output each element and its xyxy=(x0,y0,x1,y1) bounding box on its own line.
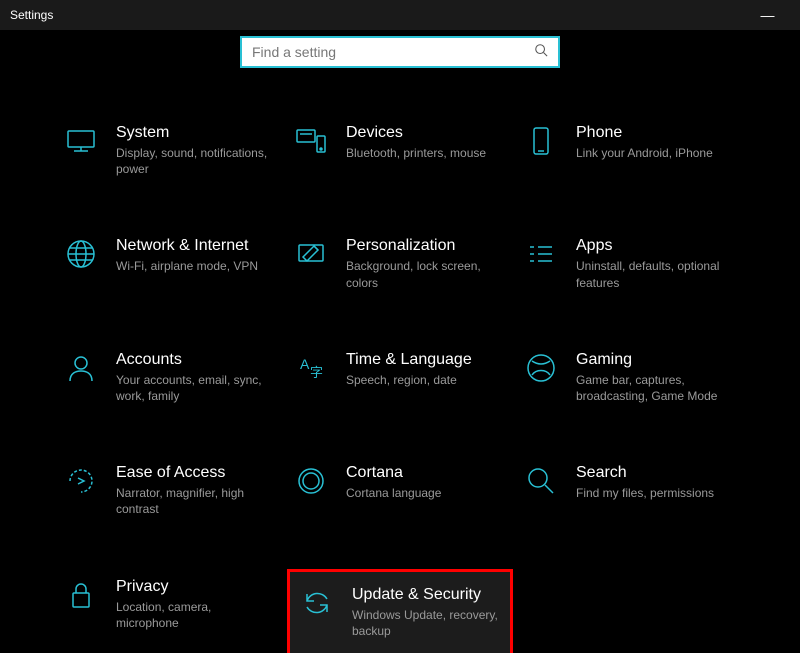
tile-personalization[interactable]: Personalization Background, lock screen,… xyxy=(290,231,510,296)
lock-icon xyxy=(64,578,98,612)
tile-accounts[interactable]: Accounts Your accounts, email, sync, wor… xyxy=(60,345,280,410)
tile-desc: Speech, region, date xyxy=(346,372,472,388)
window-title: Settings xyxy=(10,8,745,22)
tile-desc: Uninstall, defaults, optional features xyxy=(576,258,736,290)
tile-desc: Find my files, permissions xyxy=(576,485,714,501)
person-icon xyxy=(64,351,98,385)
tile-desc: Bluetooth, printers, mouse xyxy=(346,145,486,161)
tile-desc: Display, sound, notifications, power xyxy=(116,145,276,177)
tile-update-security[interactable]: Update & Security Windows Update, recove… xyxy=(290,572,510,653)
tile-desc: Cortana language xyxy=(346,485,441,501)
svg-text:A: A xyxy=(300,356,310,372)
tile-phone[interactable]: Phone Link your Android, iPhone xyxy=(520,118,740,183)
tile-desc: Your accounts, email, sync, work, family xyxy=(116,372,276,404)
search-box[interactable] xyxy=(240,36,560,68)
tile-desc: Link your Android, iPhone xyxy=(576,145,713,161)
tile-apps[interactable]: Apps Uninstall, defaults, optional featu… xyxy=(520,231,740,296)
apps-icon xyxy=(524,237,558,271)
tile-devices[interactable]: Devices Bluetooth, printers, mouse xyxy=(290,118,510,183)
minimize-button[interactable]: — xyxy=(745,7,790,23)
tile-desc: Background, lock screen, colors xyxy=(346,258,506,290)
phone-icon xyxy=(524,124,558,158)
tile-title: Accounts xyxy=(116,351,276,369)
update-icon xyxy=(300,586,334,620)
tile-title: Apps xyxy=(576,237,736,255)
tile-desc: Narrator, magnifier, high contrast xyxy=(116,485,276,517)
ease-of-access-icon xyxy=(64,464,98,498)
tile-gaming[interactable]: Gaming Game bar, captures, broadcasting,… xyxy=(520,345,740,410)
tile-title: Search xyxy=(576,464,714,482)
system-icon xyxy=(64,124,98,158)
tile-title: Update & Security xyxy=(352,586,500,604)
tile-cortana[interactable]: Cortana Cortana language xyxy=(290,458,510,523)
tile-title: Privacy xyxy=(116,578,276,596)
magnifier-icon xyxy=(524,464,558,498)
settings-grid: System Display, sound, notifications, po… xyxy=(0,118,800,653)
tile-time-language[interactable]: A字 Time & Language Speech, region, date xyxy=(290,345,510,410)
tile-title: Ease of Access xyxy=(116,464,276,482)
xbox-icon xyxy=(524,351,558,385)
tile-privacy[interactable]: Privacy Location, camera, microphone xyxy=(60,572,280,653)
search-input[interactable] xyxy=(252,44,534,60)
search-container xyxy=(0,36,800,68)
tile-title: Network & Internet xyxy=(116,237,258,255)
cortana-icon xyxy=(294,464,328,498)
tile-network[interactable]: Network & Internet Wi-Fi, airplane mode,… xyxy=(60,231,280,296)
tile-title: Phone xyxy=(576,124,713,142)
tile-title: Gaming xyxy=(576,351,736,369)
language-icon: A字 xyxy=(294,351,328,385)
paintbrush-icon xyxy=(294,237,328,271)
tile-desc: Location, camera, microphone xyxy=(116,599,276,631)
svg-text:字: 字 xyxy=(310,365,323,380)
devices-icon xyxy=(294,124,328,158)
titlebar: Settings — xyxy=(0,0,800,30)
tile-ease-of-access[interactable]: Ease of Access Narrator, magnifier, high… xyxy=(60,458,280,523)
tile-system[interactable]: System Display, sound, notifications, po… xyxy=(60,118,280,183)
tile-search[interactable]: Search Find my files, permissions xyxy=(520,458,740,523)
search-icon xyxy=(534,43,548,62)
tile-desc: Game bar, captures, broadcasting, Game M… xyxy=(576,372,736,404)
tile-title: Devices xyxy=(346,124,486,142)
globe-icon xyxy=(64,237,98,271)
tile-title: Cortana xyxy=(346,464,441,482)
tile-desc: Wi-Fi, airplane mode, VPN xyxy=(116,258,258,274)
tile-title: Personalization xyxy=(346,237,506,255)
tile-title: System xyxy=(116,124,276,142)
tile-title: Time & Language xyxy=(346,351,472,369)
